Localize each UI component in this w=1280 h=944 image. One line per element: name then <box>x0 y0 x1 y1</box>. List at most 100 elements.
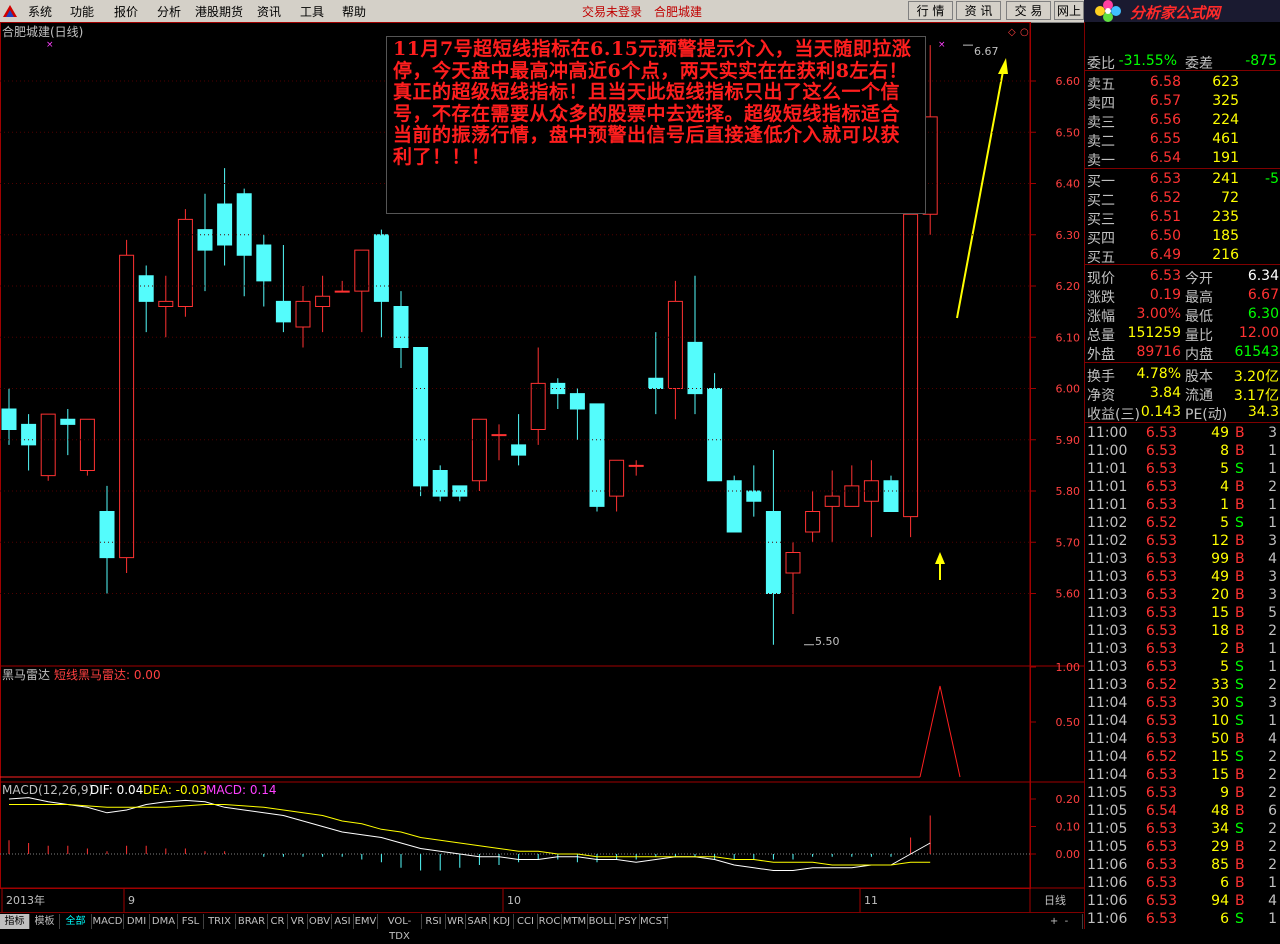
stat-label: 外盘 <box>1087 347 1115 363</box>
tick-price: 6.53 <box>1145 533 1177 549</box>
tab-cci[interactable]: CCI <box>514 914 538 929</box>
tab-template[interactable]: 模板 <box>30 914 60 929</box>
tick-price: 6.53 <box>1145 857 1177 873</box>
separator <box>1085 70 1280 71</box>
menu-hk-futures[interactable]: 港股期货 <box>195 3 243 20</box>
tick-time: 11:01 <box>1087 461 1128 477</box>
period-label[interactable]: 日线 <box>1044 893 1066 907</box>
tick-price: 6.53 <box>1145 551 1177 567</box>
tab-fsl[interactable]: FSL <box>178 914 204 929</box>
stat-label: 量比 <box>1185 328 1213 344</box>
bid-row: 买三 6.51 235 <box>1087 208 1279 228</box>
tab-macd[interactable]: MACD <box>92 914 124 929</box>
tab-all[interactable]: 全部 <box>60 914 92 929</box>
zoom-out-icon[interactable]: - <box>1065 916 1069 927</box>
tab-brar[interactable]: BRAR <box>236 914 268 929</box>
tab-psy[interactable]: PSY <box>616 914 640 929</box>
bid-label: 买三 <box>1087 212 1115 228</box>
bid-label: 买二 <box>1087 193 1115 209</box>
zoom-in-icon[interactable]: + <box>1050 916 1058 927</box>
menu-help[interactable]: 帮助 <box>342 3 366 20</box>
tick-count: 1 <box>1268 659 1277 675</box>
tick-price: 6.52 <box>1145 749 1177 765</box>
tab-sar[interactable]: SAR <box>466 914 490 929</box>
macd-value: MACD: 0.14 <box>206 783 277 797</box>
tick-count: 2 <box>1268 749 1277 765</box>
zoom-controls[interactable]: + - <box>1036 914 1083 929</box>
tab-rsi[interactable]: RSI <box>422 914 446 929</box>
tab-asi[interactable]: ASI <box>332 914 354 929</box>
tab-indicator[interactable]: 指标 <box>0 914 30 929</box>
tick-count: 3 <box>1268 425 1277 441</box>
candle-body <box>138 275 154 302</box>
tick-row: 11:06 6.53 6 B 1 <box>1087 874 1279 893</box>
tick-time: 11:03 <box>1087 623 1128 639</box>
tab-online[interactable]: 网上 <box>1054 1 1084 20</box>
tab-trade[interactable]: 交 易 <box>1006 1 1051 20</box>
menu-news[interactable]: 资讯 <box>257 3 281 20</box>
tick-side: B <box>1235 479 1245 495</box>
candle-body <box>21 423 37 446</box>
bid-volume: 72 <box>1221 190 1239 206</box>
tick-side: B <box>1235 587 1245 603</box>
tick-count: 1 <box>1268 515 1277 531</box>
diamond-icon: ◇ <box>1008 27 1016 38</box>
tab-dma[interactable]: DMA <box>150 914 178 929</box>
indicator-param: 短线黑马雷达: 0.00 <box>54 668 161 682</box>
stat-label: 涨跌 <box>1087 290 1115 306</box>
menu-quote[interactable]: 报价 <box>114 3 138 20</box>
macd-name: MACD(12,26,9) <box>2 783 93 797</box>
tick-side: S <box>1235 749 1244 765</box>
stat-value: 4.78% <box>1136 366 1181 382</box>
tab-dmi[interactable]: DMI <box>124 914 150 929</box>
price-tick-label: 6.30 <box>1056 229 1081 242</box>
quote-panel: 委比 -31.55% 委差 -875 卖五 6.58 623 卖四 6.57 325 卖三 6.56 2… <box>1084 22 1280 929</box>
tab-mcst[interactable]: MCST <box>640 914 668 929</box>
tab-vr[interactable]: VR <box>288 914 308 929</box>
tick-time: 11:00 <box>1087 443 1128 459</box>
menu-tools[interactable]: 工具 <box>300 3 324 20</box>
tab-trix[interactable]: TRIX <box>204 914 236 929</box>
tab-cr[interactable]: CR <box>268 914 288 929</box>
candle-body <box>687 341 703 395</box>
bid-row: 买五 6.49 216 <box>1087 246 1279 266</box>
tick-row: 11:03 6.53 5 S 1 <box>1087 658 1279 677</box>
menu-analysis[interactable]: 分析 <box>157 3 181 20</box>
tab-obv[interactable]: OBV <box>308 914 332 929</box>
stat-label: 现价 <box>1087 271 1115 287</box>
candle-body <box>158 300 174 307</box>
app-logo-icon[interactable] <box>2 3 18 19</box>
menu-system[interactable]: 系统 <box>28 3 52 20</box>
bid-volume: 216 <box>1212 247 1239 263</box>
tab-emv[interactable]: EMV <box>354 914 378 929</box>
price-tick-label: 5.90 <box>1056 434 1081 447</box>
tick-price: 6.53 <box>1145 605 1177 621</box>
x-axis-label: 9 <box>128 894 135 907</box>
tab-boll[interactable]: BOLL <box>588 914 616 929</box>
tab-vol-tdx[interactable]: VOL-TDX <box>378 914 422 942</box>
candle-body <box>334 290 350 293</box>
tick-row: 11:03 6.53 2 B 1 <box>1087 640 1279 659</box>
tick-price: 6.52 <box>1145 677 1177 693</box>
tick-volume: 12 <box>1211 533 1229 549</box>
tick-volume: 34 <box>1211 821 1229 837</box>
candle-body <box>217 203 233 246</box>
stat-row: 总量 151259 量比 12.00 <box>1087 324 1279 344</box>
menu-function[interactable]: 功能 <box>70 3 94 20</box>
indicator-tabs: 指标 模板 全部 MACD DMI DMA FSL TRIX BRAR CR VR OBV ASI EMV… <box>0 912 1084 942</box>
tick-count: 2 <box>1268 767 1277 783</box>
tick-row: 11:03 6.53 49 B 3 <box>1087 568 1279 587</box>
tab-wr[interactable]: WR <box>446 914 466 929</box>
tab-info[interactable]: 资 讯 <box>956 1 1001 20</box>
ask-price: 6.56 <box>1149 112 1181 128</box>
tick-price: 6.53 <box>1145 731 1177 747</box>
tab-mtm[interactable]: MTM <box>562 914 588 929</box>
stat-label: 股本 <box>1185 369 1213 385</box>
candle-body <box>569 393 585 410</box>
tab-market[interactable]: 行 情 <box>908 1 953 20</box>
stat-value: 3.20亿 <box>1233 369 1279 385</box>
tab-roc[interactable]: ROC <box>538 914 562 929</box>
tab-kdj[interactable]: KDJ <box>490 914 514 929</box>
tick-row: 11:02 6.53 12 B 3 <box>1087 532 1279 551</box>
candle-body <box>295 300 311 328</box>
